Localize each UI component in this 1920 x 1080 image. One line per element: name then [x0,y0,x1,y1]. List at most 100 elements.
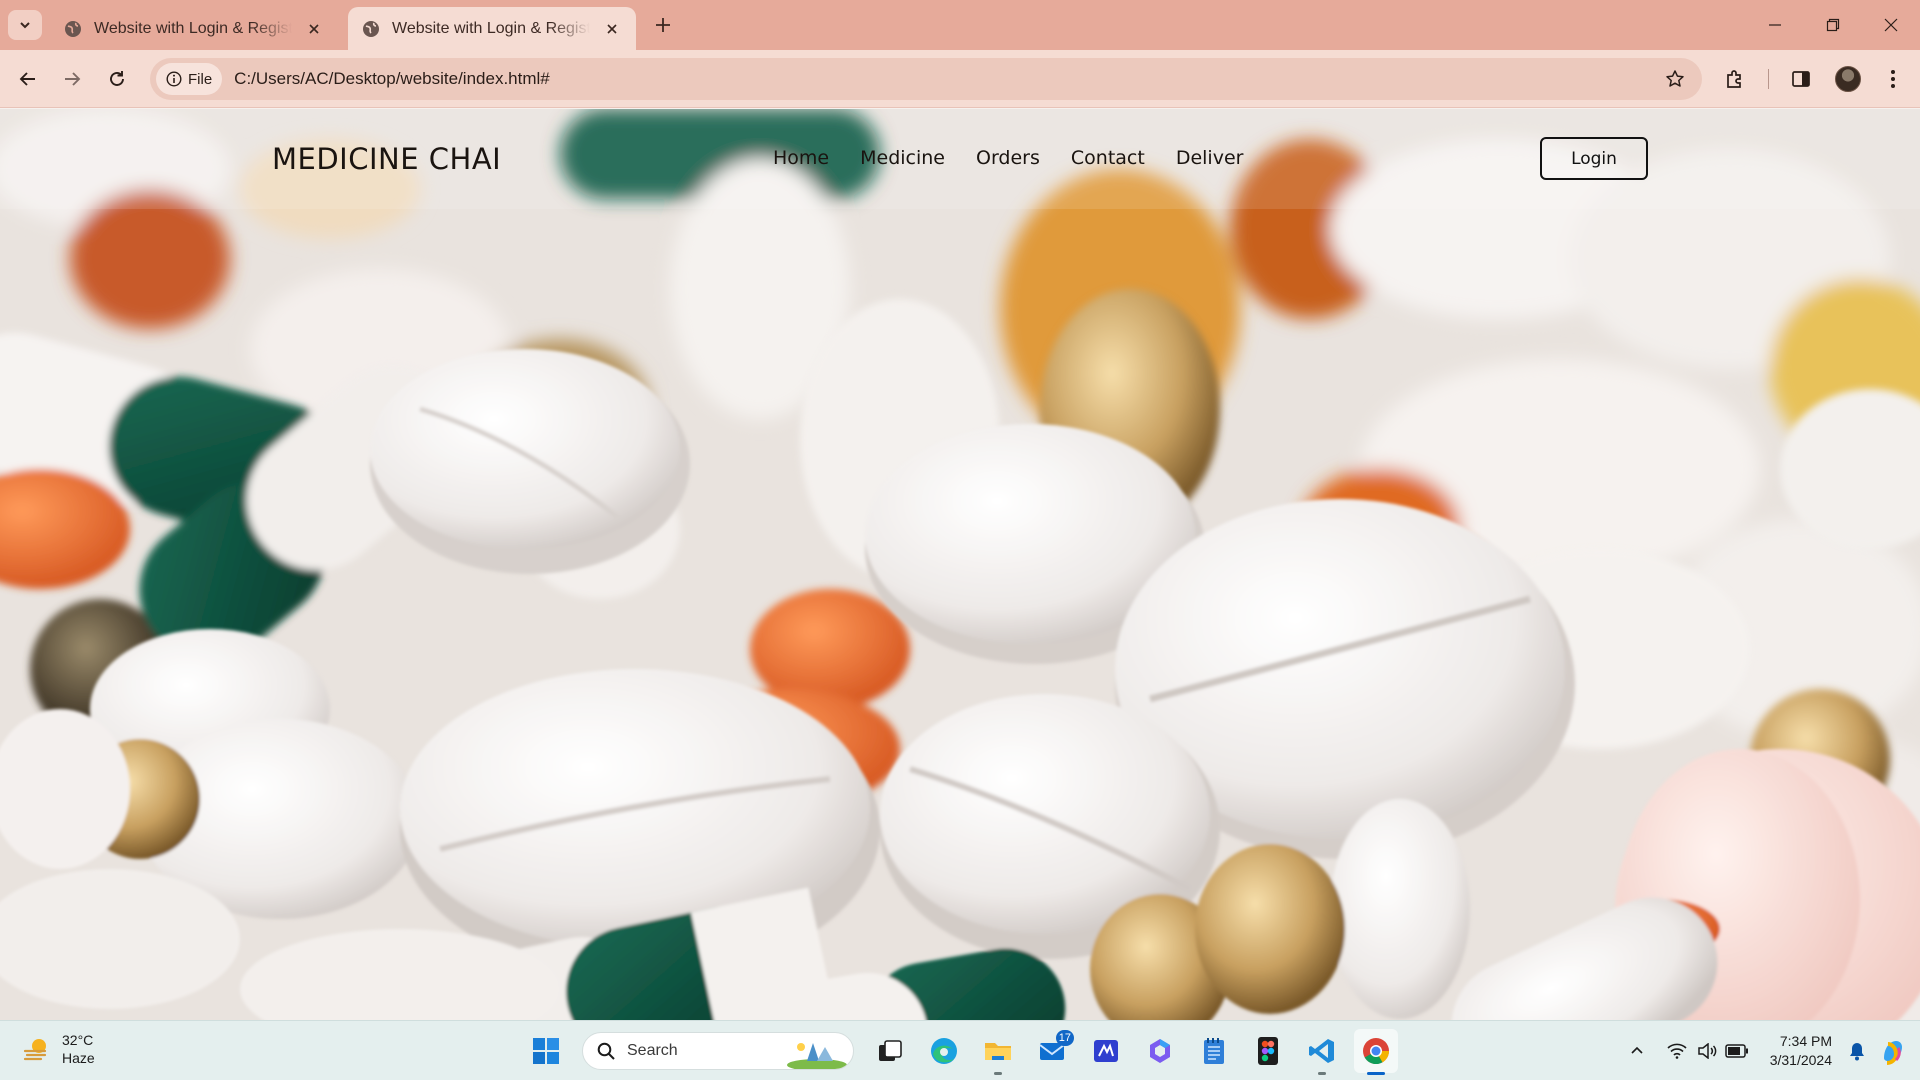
avatar [1835,66,1861,92]
reload-icon [110,71,124,86]
back-button[interactable] [12,63,44,95]
vscode-icon [1309,1039,1334,1063]
site-info-chip[interactable]: File [156,63,223,95]
login-button[interactable]: Login [1540,137,1648,180]
close-window-button[interactable] [1862,0,1920,50]
folder-icon [985,1043,1011,1060]
restore-button[interactable] [1804,0,1862,50]
battery-icon [1724,1044,1748,1058]
start-button[interactable] [524,1029,568,1073]
weather-temperature: 32°C [62,1032,94,1048]
mail-badge: 17 [1055,1030,1074,1046]
tab-close-icon[interactable] [602,19,622,39]
window-controls [1746,0,1920,50]
nav-link-home[interactable]: Home [773,147,829,169]
profile-button[interactable] [1832,63,1864,95]
restore-icon [1826,18,1840,32]
copilot-app[interactable] [1138,1029,1182,1073]
clock-date: 3/31/2024 [1769,1052,1832,1068]
browser-toolbar: File C:/Users/AC/Desktop/website/index.h… [0,50,1920,108]
search-placeholder: Search [627,1042,678,1059]
bookmark-star-button[interactable] [1660,64,1690,94]
system-tray: 7:34 PM 3/31/2024 [1622,1021,1920,1080]
close-icon [1884,18,1898,32]
tab-title: Website with Login & Registration [392,19,590,37]
edge-app[interactable] [922,1029,966,1073]
clock-time: 7:34 PM [1779,1033,1832,1049]
clock[interactable]: 7:34 PM 3/31/2024 [1770,1032,1832,1070]
nav-link-deliver[interactable]: Deliver [1176,147,1244,169]
figma-icon [1258,1037,1278,1065]
nav-link-contact[interactable]: Contact [1071,147,1145,169]
copilot-icon [1150,1039,1170,1063]
side-panel-button[interactable] [1785,63,1817,95]
notepad-app[interactable] [1192,1029,1236,1073]
url-text[interactable]: C:/Users/AC/Desktop/website/index.html# [234,69,1660,89]
taskbar-apps: Search 17 [524,1029,1398,1075]
browser-tab-strip: Website with Login & Registration Websit… [0,0,1920,50]
more-vertical-icon [1891,70,1895,88]
chrome-app[interactable] [1354,1029,1398,1075]
minimize-icon [1769,24,1781,26]
address-bar[interactable]: File C:/Users/AC/Desktop/website/index.h… [150,58,1702,100]
forward-button[interactable] [56,63,88,95]
running-indicator [1318,1072,1326,1075]
scheme-label: File [188,70,213,88]
windows-taskbar: 32°C Haze Search 17 7:34 PM 3/31/2024 [0,1020,1920,1080]
side-panel-icon [1792,71,1810,87]
windows-logo-icon [533,1038,559,1064]
tab-search-button[interactable] [8,10,42,40]
wifi-icon [1667,1043,1687,1059]
nav-link-medicine[interactable]: Medicine [860,147,945,169]
tab-close-icon[interactable] [304,19,324,39]
search-highlight-icon [787,1043,847,1069]
nav-link-orders[interactable]: Orders [976,147,1040,169]
new-tab-button[interactable] [650,12,676,38]
speaker-icon [1697,1043,1717,1059]
toolbar-separator [1768,69,1769,89]
info-icon [166,71,182,87]
chevron-down-icon [20,22,30,29]
globe-icon [65,20,81,37]
vscode-app[interactable] [1300,1029,1344,1075]
active-indicator [1367,1072,1385,1075]
wifi-button[interactable] [1662,1036,1692,1066]
tray-overflow-button[interactable] [1622,1036,1652,1066]
reload-button[interactable] [101,63,133,95]
main-nav: Home Medicine Orders Contact Deliver [773,147,1243,169]
puzzle-icon [1727,70,1741,88]
notepad-icon [1204,1038,1224,1064]
battery-button[interactable] [1722,1036,1752,1066]
running-indicator [994,1072,1002,1075]
tab-2-active[interactable]: Website with Login & Registration [348,7,636,50]
file-explorer-app[interactable] [976,1029,1020,1075]
browser-menu-button[interactable] [1877,63,1909,95]
chrome-icon [1363,1038,1390,1065]
globe-icon [363,20,379,37]
figma-app[interactable] [1246,1029,1290,1073]
bell-icon [1850,1043,1864,1061]
arrow-right-icon [65,72,81,86]
chevron-up-icon [1631,1046,1643,1054]
copilot-preview-icon [1884,1041,1902,1065]
taskbar-search[interactable]: Search [582,1032,854,1070]
weather-condition: Haze [62,1050,95,1066]
volume-button[interactable] [1692,1036,1722,1066]
extensions-button[interactable] [1719,63,1751,95]
copilot-tray-button[interactable] [1878,1036,1908,1066]
arrow-left-icon [19,72,35,86]
tab-1[interactable]: Website with Login & Registration [50,7,338,50]
search-icon [597,1042,615,1060]
whiteboard-app[interactable] [1084,1029,1128,1073]
weather-widget[interactable]: 32°C Haze [22,1031,95,1067]
pills-background-image [0,109,1920,1020]
mail-app[interactable]: 17 [1030,1029,1074,1073]
whiteboard-icon [1094,1040,1118,1062]
site-logo[interactable]: MEDICINE CHAI [272,142,501,176]
sun-haze-icon [23,1039,47,1061]
notifications-button[interactable] [1842,1036,1872,1066]
edge-icon [931,1038,957,1064]
plus-icon [656,18,670,32]
task-view-button[interactable] [868,1029,912,1073]
minimize-button[interactable] [1746,0,1804,50]
